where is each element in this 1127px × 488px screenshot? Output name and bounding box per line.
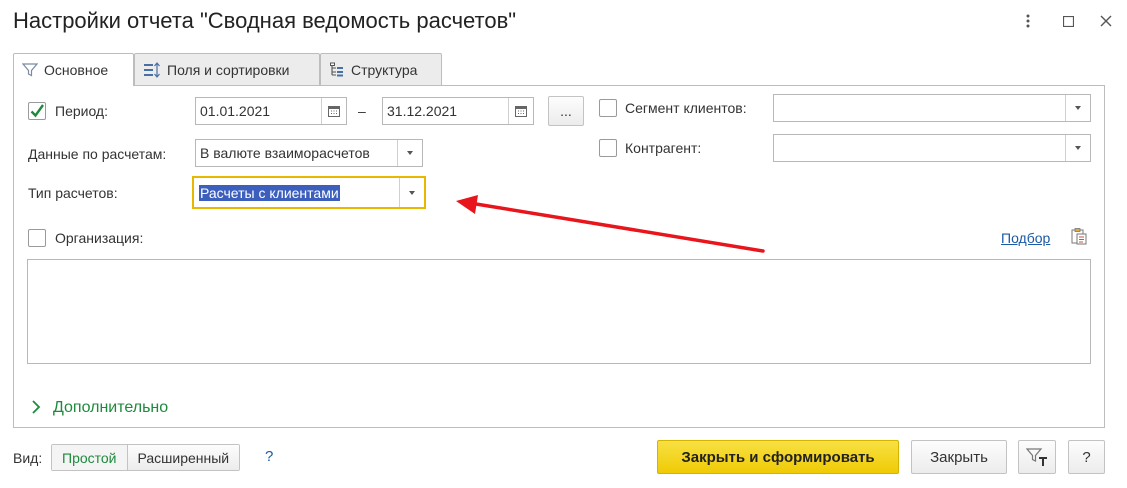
help-link[interactable]: ? <box>265 448 273 465</box>
paste-icon[interactable] <box>1070 227 1090 247</box>
chevron-down-icon[interactable] <box>1065 135 1090 161</box>
view-label: Вид: <box>13 450 43 466</box>
period-checkbox[interactable] <box>28 102 46 120</box>
tab-label: Основное <box>44 62 109 78</box>
tab-main[interactable]: Основное <box>13 53 134 86</box>
filter-settings-button[interactable] <box>1018 440 1056 474</box>
chevron-down-icon[interactable] <box>1065 95 1090 121</box>
fields-sort-icon <box>143 61 161 78</box>
help-button[interactable]: ? <box>1068 440 1105 474</box>
annotation-arrow <box>456 195 765 253</box>
structure-icon <box>329 62 345 78</box>
tab-label: Поля и сортировки <box>167 61 290 78</box>
period-dash: – <box>358 103 366 119</box>
client-segment-input[interactable] <box>773 94 1091 122</box>
close-and-generate-button[interactable]: Закрыть и сформировать <box>657 440 899 474</box>
calendar-icon[interactable] <box>508 98 533 124</box>
selection-link[interactable]: Подбор <box>1001 230 1050 246</box>
filter-text-icon <box>1026 448 1047 466</box>
client-segment-checkbox[interactable] <box>599 99 617 117</box>
filter-icon <box>22 63 38 77</box>
settlement-data-select[interactable]: В валюте взаиморасчетов <box>195 139 423 167</box>
window-title: Настройки отчета "Сводная ведомость расч… <box>13 8 517 33</box>
organization-label: Организация: <box>55 230 144 246</box>
close-button[interactable]: Закрыть <box>911 440 1007 474</box>
more-vertical-icon[interactable] <box>1017 10 1039 32</box>
counterparty-checkbox[interactable] <box>599 139 617 157</box>
calendar-icon[interactable] <box>321 98 346 124</box>
period-from-input[interactable]: 01.01.2021 <box>195 97 347 125</box>
tab-structure[interactable]: Структура <box>320 53 442 85</box>
settlement-data-value: В валюте взаиморасчетов <box>200 145 370 161</box>
additional-toggle[interactable]: Дополнительно <box>53 399 168 417</box>
checkmark-icon <box>30 104 44 118</box>
period-to-value: 31.12.2021 <box>387 103 458 119</box>
period-from-value: 01.01.2021 <box>200 103 271 119</box>
chevron-down-icon[interactable] <box>399 178 424 207</box>
counterparty-input[interactable] <box>773 134 1091 162</box>
organization-checkbox[interactable] <box>28 229 46 247</box>
close-icon[interactable] <box>1095 10 1117 32</box>
view-toggle: Простой Расширенный <box>51 444 241 471</box>
settlement-type-label: Тип расчетов: <box>28 185 118 201</box>
settlement-type-select[interactable]: Расчеты с клиентами <box>192 176 426 209</box>
settlement-data-label: Данные по расчетам: <box>28 146 167 162</box>
view-simple-button[interactable]: Простой <box>52 445 128 470</box>
chevron-right-icon[interactable] <box>31 399 45 417</box>
period-to-input[interactable]: 31.12.2021 <box>382 97 534 125</box>
tab-label: Структура <box>351 61 418 78</box>
chevron-down-icon[interactable] <box>397 140 422 166</box>
counterparty-label: Контрагент: <box>625 140 702 156</box>
view-extended-button[interactable]: Расширенный <box>127 445 240 470</box>
client-segment-label: Сегмент клиентов: <box>625 100 747 116</box>
maximize-icon[interactable] <box>1057 10 1079 32</box>
period-select-button[interactable]: ... <box>548 96 584 126</box>
organization-list[interactable] <box>27 259 1091 364</box>
period-label: Период: <box>55 103 108 119</box>
settlement-type-value: Расчеты с клиентами <box>199 184 340 201</box>
tab-fields-sorting[interactable]: Поля и сортировки <box>134 53 320 85</box>
